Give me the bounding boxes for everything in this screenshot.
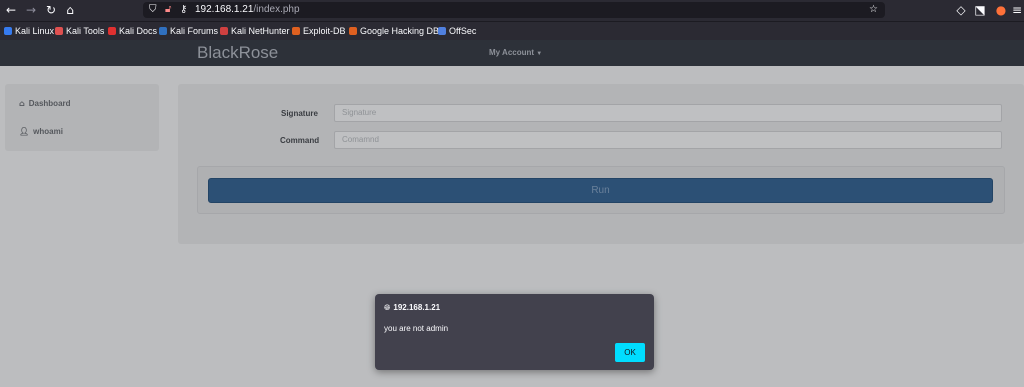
alert-dialog: 🌐︎ 192.168.1.21 you are not admin OK <box>375 294 654 370</box>
kali-docs-icon <box>108 27 116 35</box>
my-account-dropdown[interactable]: My Account ▼ <box>489 48 542 57</box>
bookmark-kali-docs[interactable]: Kali Docs <box>108 25 157 37</box>
bookmark-offsec[interactable]: OffSec <box>438 25 476 37</box>
kali-forums-icon <box>159 27 167 35</box>
extensions-icon[interactable]: ⬔ <box>973 3 987 17</box>
signature-label: Signature <box>281 109 318 118</box>
reload-icon[interactable]: ↻ <box>44 3 58 17</box>
bookmark-kali-forums[interactable]: Kali Forums <box>159 25 218 37</box>
bookmark-kali-nethunter[interactable]: Kali NetHunter <box>220 25 290 37</box>
alert-title: 🌐︎ 192.168.1.21 <box>384 303 441 312</box>
globe-icon: 🌐︎ <box>384 303 391 312</box>
caret-down-icon: ▼ <box>536 51 543 57</box>
home-button-icon[interactable]: ⌂ <box>63 3 77 17</box>
kali-linux-icon <box>4 27 12 35</box>
bookmark-exploit-db[interactable]: Exploit-DB <box>292 25 346 37</box>
sidebar: ⌂ Dashboard 👤︎ whoami <box>5 84 159 151</box>
pocket-icon[interactable]: ◇ <box>954 3 968 17</box>
bookmarks-toolbar: Kali Linux Kali Tools Kali Docs Kali For… <box>0 21 1024 40</box>
bookmark-star-icon[interactable]: ☆ <box>869 2 878 18</box>
key-icon[interactable]: ⚷ <box>180 2 187 18</box>
shield-icon[interactable]: ⛉ <box>149 2 157 18</box>
google-hacking-db-icon <box>349 27 357 35</box>
back-icon[interactable]: ← <box>4 3 18 17</box>
command-label: Command <box>280 136 320 145</box>
home-icon: ⌂ <box>19 99 25 108</box>
bookmark-kali-linux[interactable]: Kali Linux <box>4 25 54 37</box>
menu-icon[interactable]: ≡ <box>1010 3 1024 17</box>
exploit-db-icon <box>292 27 300 35</box>
sidebar-item-dashboard[interactable]: ⌂ Dashboard <box>19 99 71 108</box>
brand-logo[interactable]: BlackRose <box>197 42 278 64</box>
bookmark-google-hacking-db[interactable]: Google Hacking DB <box>349 25 439 37</box>
signature-input[interactable]: Signature <box>334 104 1002 122</box>
kali-nethunter-icon <box>220 27 228 35</box>
url-text[interactable]: 192.168.1.21/index.php <box>195 2 300 18</box>
bookmark-kali-tools[interactable]: Kali Tools <box>55 25 104 37</box>
sidebar-item-whoami[interactable]: 👤︎ whoami <box>19 127 63 136</box>
firefox-account-icon[interactable]: ● <box>994 3 1008 17</box>
offsec-icon <box>438 27 446 35</box>
kali-tools-icon <box>55 27 63 35</box>
forward-icon[interactable]: → <box>24 3 38 17</box>
site-navbar: BlackRose My Account ▼ <box>0 40 1024 66</box>
insecure-lock-icon[interactable]: 🔓︎ <box>165 2 171 18</box>
address-bar[interactable]: ⛉ 🔓︎ ⚷ 192.168.1.21/index.php ☆ <box>143 2 885 18</box>
ok-button[interactable]: OK <box>615 343 645 362</box>
browser-toolbar: ← → ↻ ⌂ ⛉ 🔓︎ ⚷ 192.168.1.21/index.php ☆ … <box>0 0 1024 21</box>
alert-message: you are not admin <box>384 324 449 333</box>
command-input[interactable]: Comamnd <box>334 131 1002 149</box>
user-icon: 👤︎ <box>19 127 30 136</box>
run-button[interactable]: Run <box>208 178 993 203</box>
